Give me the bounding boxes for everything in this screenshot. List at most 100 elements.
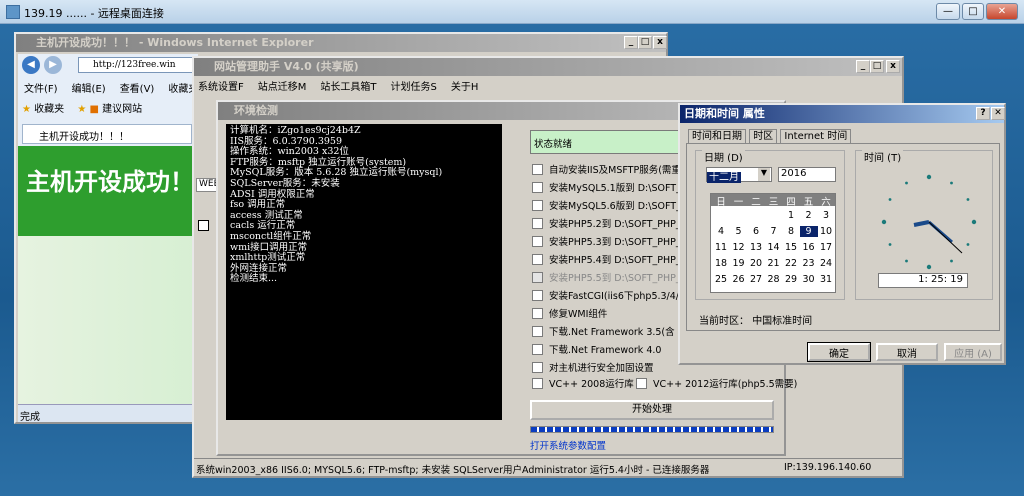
calendar-day[interactable]: 31 <box>817 274 835 285</box>
calendar-day[interactable]: 17 <box>817 242 835 253</box>
option-vc2012[interactable]: VC++ 2012运行库(php5.5需要) <box>636 374 797 392</box>
calendar-day[interactable]: 10 <box>817 226 835 237</box>
calendar-day[interactable]: 2 <box>800 210 818 221</box>
calendar-day[interactable]: 30 <box>800 274 818 285</box>
open-config-link[interactable]: 打开系统参数配置 <box>530 438 606 452</box>
month-select[interactable]: 十二月 ▼ <box>706 167 772 183</box>
start-processing-button[interactable]: 开始处理 <box>530 400 774 420</box>
helper-minimize-button[interactable]: _ <box>856 60 870 73</box>
maximize-button[interactable]: □ <box>962 3 984 20</box>
weekday-label: 日 <box>716 197 726 208</box>
menu-edit[interactable]: 编辑(E) <box>72 84 106 95</box>
tab-internet-time[interactable]: Internet 时间 <box>780 129 852 143</box>
option-install-php54[interactable]: 安装PHP5.4到 D:\SOFT_PHP_PA <box>532 250 684 268</box>
helper-maximize-button[interactable]: □ <box>870 60 884 73</box>
helper-menu-bar: 系统设置F 站点迁移M 站长工具箱T 计划任务S 关于H <box>198 78 492 93</box>
calendar-day[interactable]: 29 <box>782 274 800 285</box>
calendar-day[interactable]: 8 <box>782 226 800 237</box>
close-button[interactable]: ✕ <box>986 3 1018 20</box>
ie-maximize-button[interactable]: □ <box>638 36 652 49</box>
calendar-day[interactable]: 15 <box>782 242 800 253</box>
menu-view[interactable]: 查看(V) <box>120 84 155 95</box>
row-checkbox[interactable] <box>198 220 209 231</box>
calendar-day[interactable]: 19 <box>730 258 748 269</box>
calendar-day[interactable]: 28 <box>765 274 783 285</box>
menu-scheduled-tasks[interactable]: 计划任务S <box>391 82 437 93</box>
calendar-day[interactable]: 21 <box>765 258 783 269</box>
help-button[interactable]: ? <box>976 107 990 120</box>
dt-close-button[interactable]: ✕ <box>991 107 1005 120</box>
ie-minimize-button[interactable]: _ <box>624 36 638 49</box>
calendar-day[interactable]: 18 <box>712 258 730 269</box>
checkbox[interactable] <box>532 343 543 355</box>
clock-tick <box>926 174 932 180</box>
calendar-day[interactable]: 3 <box>817 210 835 221</box>
calendar-day[interactable]: 5 <box>730 226 748 237</box>
menu-site-migration[interactable]: 站点迁移M <box>258 82 307 93</box>
checkbox[interactable] <box>532 361 543 373</box>
tab-time-zone[interactable]: 时区 <box>749 129 778 143</box>
time-input[interactable]: 1: 25: 19 <box>878 273 968 288</box>
checkbox[interactable] <box>636 377 647 389</box>
ok-button[interactable]: 确定 <box>807 342 871 362</box>
calendar-day[interactable]: 26 <box>730 274 748 285</box>
calendar-day[interactable]: 4 <box>712 226 730 237</box>
option-install-fastcgi[interactable]: 安装FastCGI(iis6下php5.3/4/5须安 <box>532 286 684 304</box>
chevron-down-icon[interactable]: ▼ <box>758 168 770 181</box>
favorites-button[interactable]: 收藏夹 <box>34 104 64 115</box>
calendar-day[interactable]: 7 <box>765 226 783 237</box>
option-repair-wmi[interactable]: 修复WMI组件 <box>532 304 684 322</box>
calendar-day[interactable]: 14 <box>765 242 783 253</box>
cancel-button[interactable]: 取消 <box>876 343 938 361</box>
calendar-day[interactable]: 16 <box>800 242 818 253</box>
option-vc2008[interactable]: VC++ 2008运行库 <box>532 374 634 392</box>
option-install-php53[interactable]: 安装PHP5.3到 D:\SOFT_PHP_PA <box>532 232 684 250</box>
checkbox[interactable] <box>532 181 543 193</box>
clock-tick <box>926 264 932 270</box>
add-favorite-icon[interactable]: ★ <box>77 104 86 115</box>
minimize-button[interactable]: — <box>936 3 960 20</box>
menu-system-settings[interactable]: 系统设置F <box>198 82 244 93</box>
ie-tab[interactable]: 主机开设成功！！！ <box>22 124 192 144</box>
calendar-day[interactable]: 13 <box>747 242 765 253</box>
option-install-mysql56[interactable]: 安装MySQL5.6版到 D:\SOFT_PHP_PA <box>532 196 684 214</box>
option-install-iis[interactable]: 自动安装IIS及MSFTP服务(需重启) <box>532 160 684 178</box>
forward-icon[interactable]: ▶ <box>44 56 62 74</box>
tab-time-date[interactable]: 时间和日期 <box>688 129 746 143</box>
checkbox[interactable] <box>532 253 543 265</box>
calendar-day[interactable]: 22 <box>782 258 800 269</box>
checkbox[interactable] <box>532 307 543 319</box>
helper-close-button[interactable]: x <box>886 60 900 73</box>
calendar-day[interactable]: 1 <box>782 210 800 221</box>
option-download-net35[interactable]: 下载.Net Framework 3.5(含 2.0) <box>532 322 684 340</box>
apply-button[interactable]: 应用 (A) <box>944 343 1002 361</box>
calendar-day[interactable]: 27 <box>747 274 765 285</box>
menu-file[interactable]: 文件(F) <box>24 84 58 95</box>
calendar-day[interactable]: 23 <box>800 258 818 269</box>
checkbox[interactable] <box>532 289 543 301</box>
address-bar[interactable]: http://123free.win <box>78 57 198 73</box>
year-spinner[interactable]: 2016 <box>778 167 836 182</box>
option-download-net40[interactable]: 下载.Net Framework 4.0 <box>532 340 684 358</box>
clock-tick <box>950 181 953 185</box>
calendar-day[interactable]: 12 <box>730 242 748 253</box>
calendar-day[interactable]: 25 <box>712 274 730 285</box>
calendar-day[interactable]: 20 <box>747 258 765 269</box>
suggested-sites-link[interactable]: 建议网站 <box>102 104 142 115</box>
checkbox[interactable] <box>532 377 543 389</box>
menu-about[interactable]: 关于H <box>451 82 479 93</box>
checkbox[interactable] <box>532 325 543 337</box>
checkbox[interactable] <box>532 235 543 247</box>
checkbox[interactable] <box>532 163 543 175</box>
calendar-day[interactable]: 24 <box>817 258 835 269</box>
option-install-mysql51[interactable]: 安装MySQL5.1版到 D:\SOFT_PHP_PA <box>532 178 684 196</box>
checkbox[interactable] <box>532 217 543 229</box>
calendar-day[interactable]: 9 <box>799 226 818 237</box>
calendar-day[interactable]: 11 <box>712 242 730 253</box>
back-icon[interactable]: ◀ <box>22 56 40 74</box>
option-install-php52[interactable]: 安装PHP5.2到 D:\SOFT_PHP_PA <box>532 214 684 232</box>
menu-webmaster-tools[interactable]: 站长工具箱T <box>320 82 376 93</box>
ie-close-button[interactable]: x <box>653 36 667 49</box>
checkbox[interactable] <box>532 199 543 211</box>
calendar-day[interactable]: 6 <box>747 226 765 237</box>
